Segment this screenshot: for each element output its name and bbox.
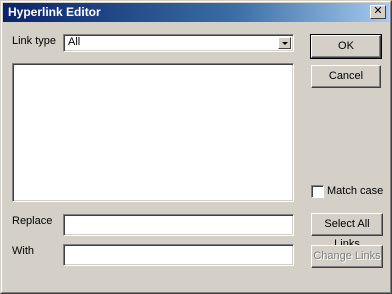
ok-button[interactable]: OK bbox=[310, 34, 382, 59]
title-bar[interactable]: Hyperlink Editor ✕ bbox=[3, 3, 389, 22]
match-case-label: Match case bbox=[327, 185, 384, 197]
link-type-combo[interactable]: All bbox=[63, 34, 294, 52]
close-icon[interactable]: ✕ bbox=[370, 5, 386, 19]
link-type-label: Link type bbox=[12, 35, 57, 47]
chevron-down-icon[interactable] bbox=[278, 37, 291, 49]
dialog-title: Hyperlink Editor bbox=[8, 5, 101, 19]
hyperlink-editor-dialog: Hyperlink Editor ✕ Link type All OK Canc… bbox=[0, 0, 392, 294]
change-links-button[interactable]: Change Links bbox=[311, 245, 383, 268]
replace-field[interactable] bbox=[63, 214, 294, 236]
with-field[interactable] bbox=[63, 244, 294, 266]
replace-label: Replace bbox=[12, 215, 53, 227]
cancel-button[interactable]: Cancel bbox=[311, 65, 381, 88]
select-all-links-button[interactable]: Select All Links bbox=[311, 213, 383, 250]
match-case-checkbox[interactable] bbox=[311, 185, 324, 198]
link-type-value: All bbox=[68, 36, 81, 48]
links-list[interactable] bbox=[12, 63, 294, 202]
with-label: With bbox=[12, 245, 34, 257]
